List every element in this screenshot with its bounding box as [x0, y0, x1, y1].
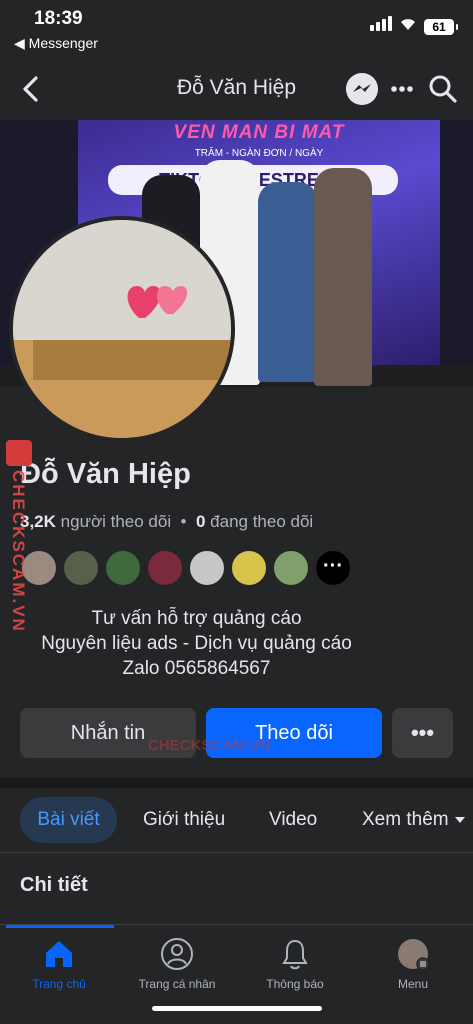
tab-video[interactable]: Video	[269, 797, 317, 843]
person-figure	[314, 168, 372, 386]
tab-see-more-label: Xem thêm	[362, 809, 449, 830]
bio-line: Zalo 0565864567	[122, 658, 271, 679]
profile-name: Đỗ Văn Hiệp	[20, 458, 191, 490]
stats-separator: •	[175, 512, 192, 531]
nav-menu[interactable]: Menu	[354, 937, 472, 991]
follower-avatar[interactable]	[146, 549, 184, 587]
tab-posts[interactable]: Bài viết	[20, 797, 117, 843]
profile-bio: Tư vấn hỗ trợ quảng cáo Nguyên liệu ads …	[0, 606, 393, 681]
profile-tabs: Bài viết Giới thiệu Video Xem thêm	[0, 797, 473, 845]
nav-profile[interactable]: Trang cá nhân	[118, 937, 236, 991]
more-followers-button[interactable]: ···	[314, 549, 352, 587]
profile-avatar[interactable]	[9, 216, 235, 442]
follower-avatar[interactable]	[230, 549, 268, 587]
section-divider	[0, 778, 473, 788]
nav-notifications[interactable]: Thông báo	[236, 937, 354, 991]
messenger-icon[interactable]	[346, 73, 378, 105]
signal-icon	[370, 16, 392, 31]
chevron-down-icon	[454, 816, 465, 823]
nav-home[interactable]: Trang chủ	[0, 937, 118, 991]
status-bar: 18:39 ◀ Messenger 61	[0, 0, 473, 58]
follower-avatar[interactable]	[188, 549, 226, 587]
watermark-center: CHECKSCAM.VN	[148, 737, 271, 754]
followers-label: người theo dõi	[60, 512, 172, 531]
follower-avatar[interactable]	[62, 549, 100, 587]
watermark-lock-icon	[6, 440, 32, 466]
banner-subtitle: TRĂM - NGÀN ĐƠN / NGÀY	[194, 148, 324, 159]
menu-avatar-icon	[398, 939, 430, 971]
home-indicator	[152, 1006, 322, 1011]
tab-see-more[interactable]: Xem thêm	[362, 797, 466, 843]
home-icon	[46, 941, 72, 967]
person-figure	[258, 182, 318, 382]
nav-notifications-label: Thông báo	[266, 977, 324, 991]
battery-indicator: 61	[424, 19, 458, 35]
profile-icon	[161, 938, 193, 970]
following-label: đang theo dõi	[210, 512, 314, 531]
follower-avatar[interactable]	[272, 549, 310, 587]
nav-profile-label: Trang cá nhân	[138, 977, 216, 991]
nav-home-label: Trang chủ	[32, 977, 86, 991]
clock: 18:39	[34, 8, 83, 29]
tab-about[interactable]: Giới thiệu	[143, 797, 225, 843]
active-tab-indicator	[6, 925, 114, 928]
watermark-side: CHECKSCAM.VN	[9, 470, 28, 633]
tabs-divider	[0, 852, 473, 853]
heart-balloon-icon	[127, 286, 188, 318]
top-nav: Đỗ Văn Hiệp	[0, 58, 473, 120]
bio-line: Tư vấn hỗ trợ quảng cáo	[91, 608, 302, 629]
wifi-icon	[401, 19, 415, 30]
follow-stats[interactable]: 3,2K người theo dõi • 0 đang theo dõi	[20, 512, 313, 532]
following-count: 0	[195, 512, 206, 531]
avatar-desk	[33, 340, 231, 380]
follower-avatar[interactable]	[104, 549, 142, 587]
section-title: Chi tiết	[20, 874, 88, 896]
bell-icon	[282, 939, 308, 970]
search-icon[interactable]	[428, 74, 458, 104]
back-to-messenger-link[interactable]: ◀ Messenger	[14, 35, 98, 52]
more-actions-button[interactable]: •••	[392, 708, 453, 758]
follower-avatars[interactable]: ···	[20, 549, 352, 587]
bio-line: Nguyên liệu ads - Dịch vụ quảng cáo	[41, 633, 352, 654]
banner-title: VEN MAN BI MAT	[173, 122, 345, 143]
nav-menu-label: Menu	[397, 977, 429, 991]
more-options-icon[interactable]	[389, 76, 415, 102]
